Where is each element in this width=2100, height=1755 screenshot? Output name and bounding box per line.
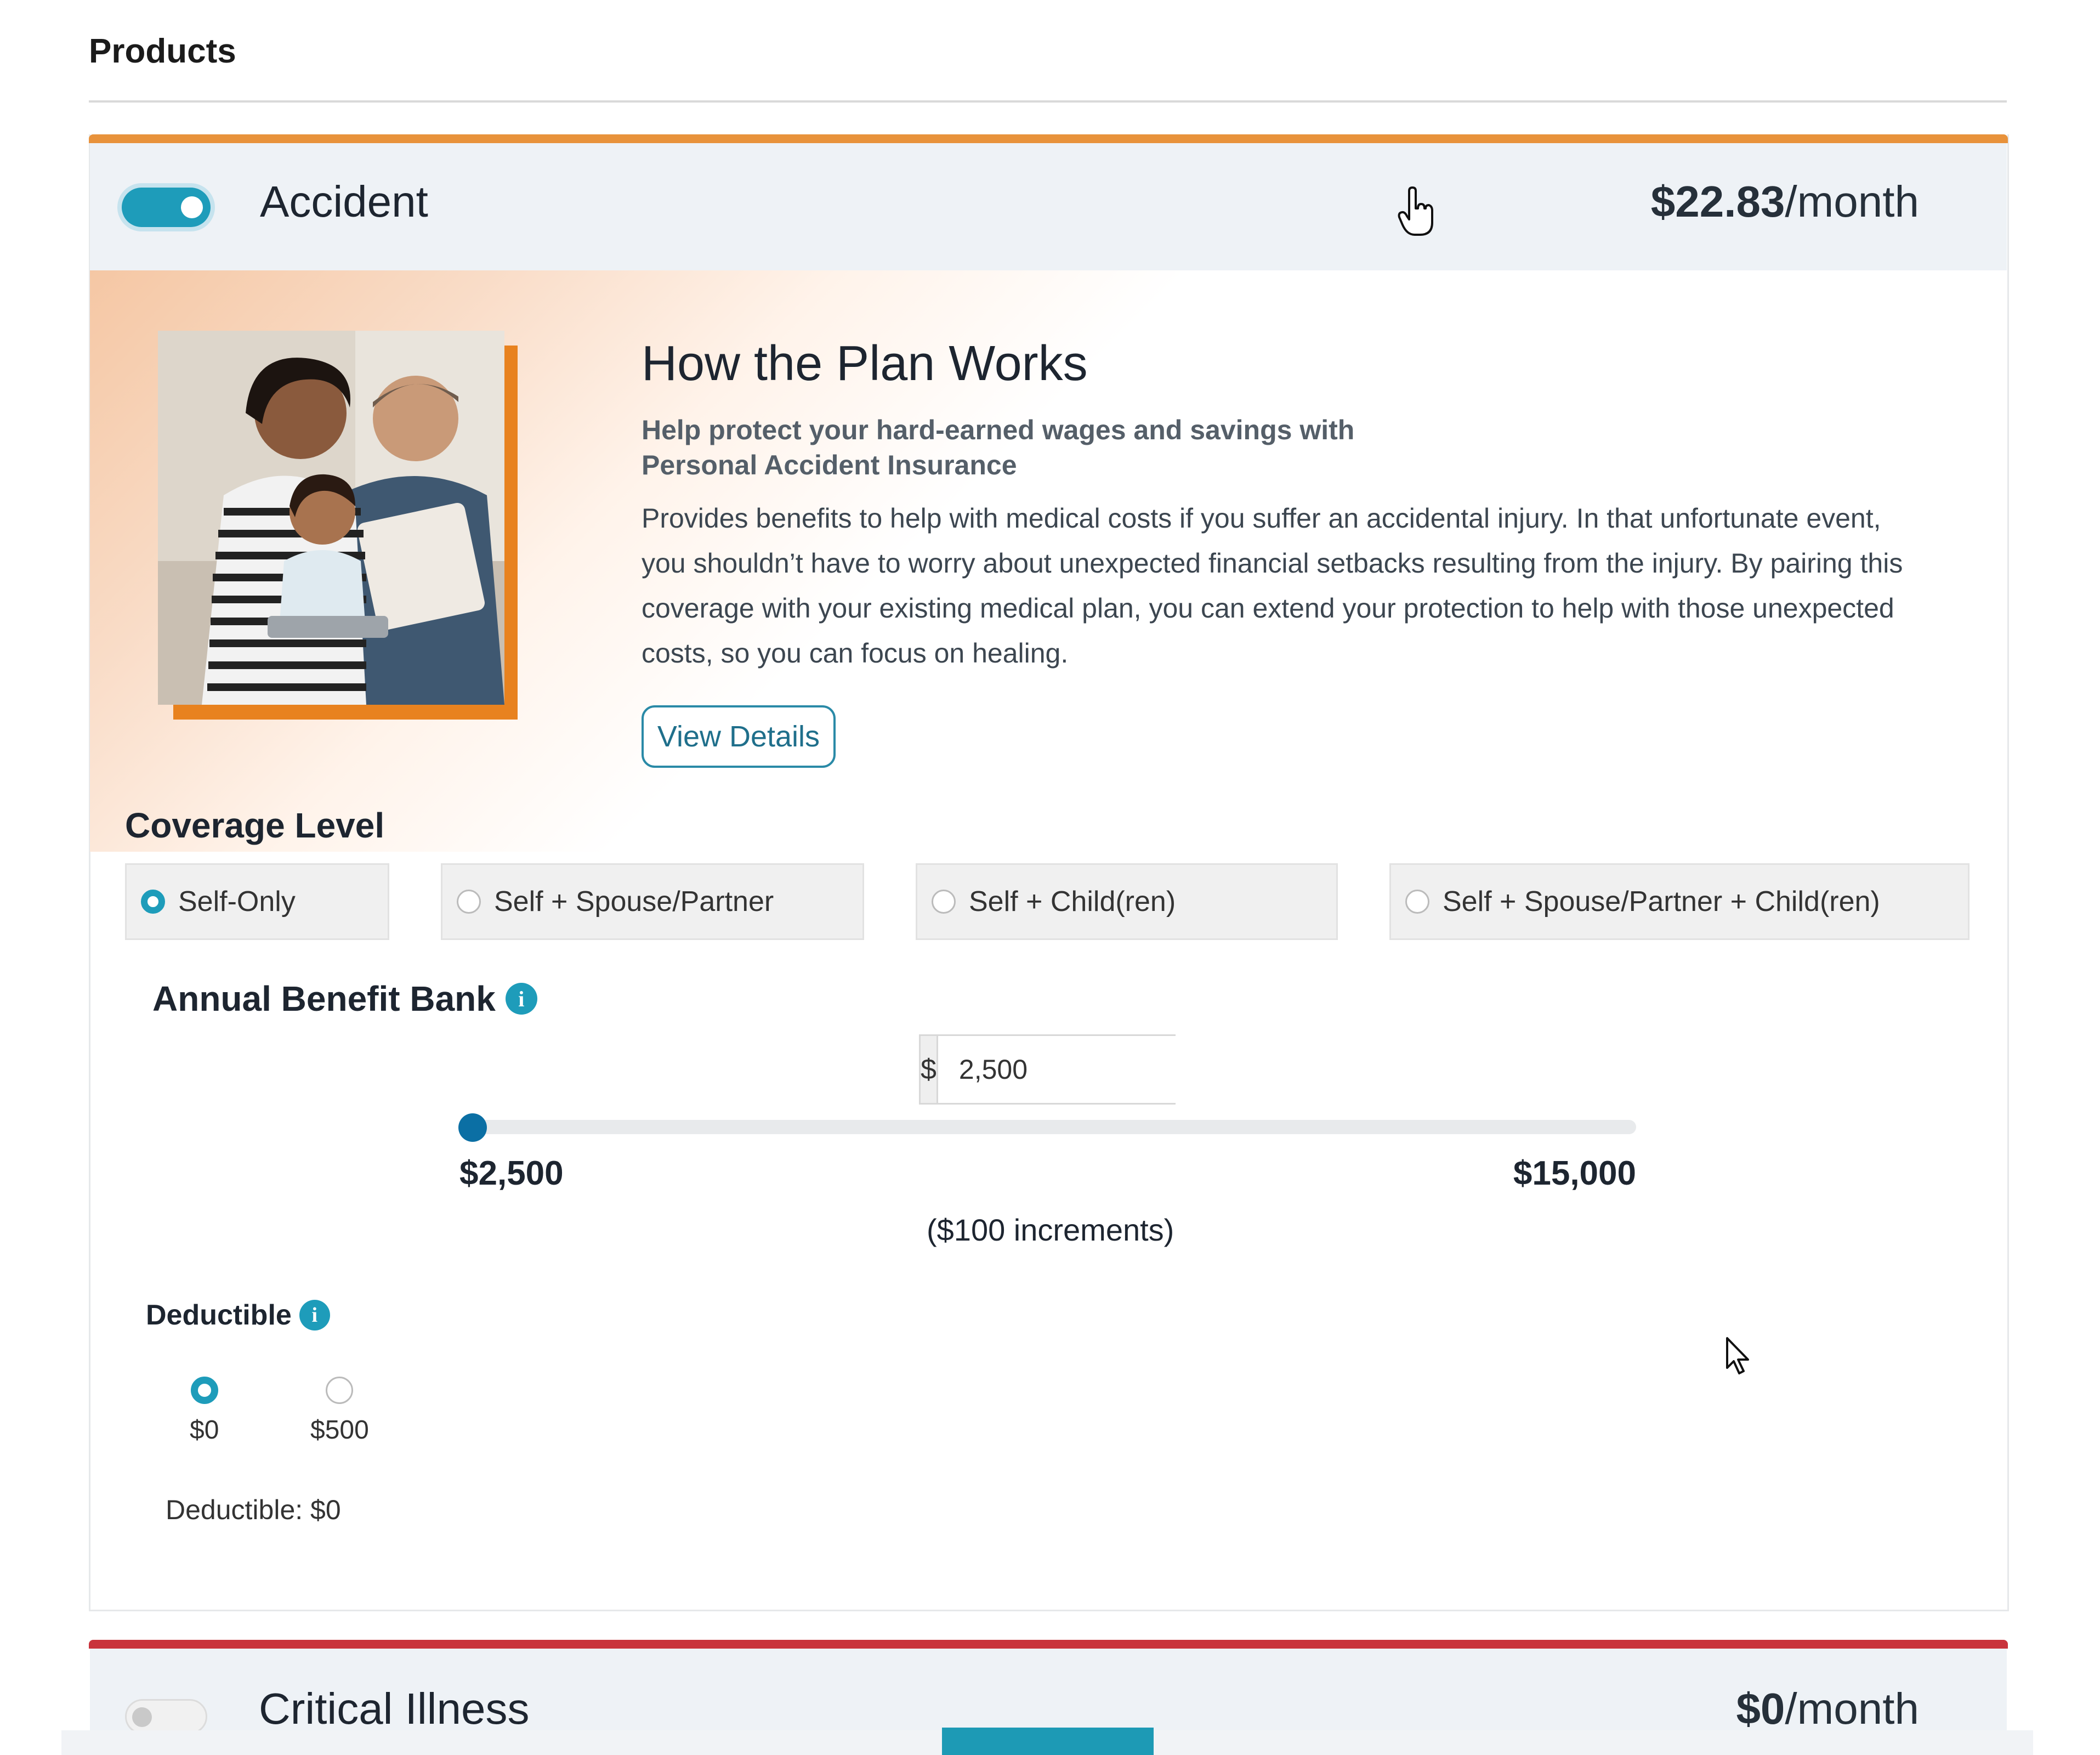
deductible-option-500[interactable]: $500 — [310, 1377, 369, 1445]
toggle-knob — [181, 196, 203, 218]
accident-price-unit: /month — [1785, 177, 1919, 226]
header-divider — [89, 100, 2007, 103]
critical-illness-accent-bar — [89, 1640, 2008, 1649]
critical-illness-price-unit: /month — [1785, 1684, 1919, 1733]
radio-selected[interactable] — [141, 890, 165, 914]
view-details-button[interactable]: View Details — [642, 705, 836, 768]
plan-title: How the Plan Works — [642, 336, 1088, 391]
deductible-option-0[interactable]: $0 — [190, 1377, 219, 1445]
coverage-option-self-only[interactable]: Self-Only — [125, 863, 389, 940]
coverage-option-label: Self-Only — [178, 886, 296, 918]
critical-illness-toggle[interactable] — [125, 1699, 207, 1734]
deductible-summary: Deductible: $0 — [166, 1494, 341, 1525]
coverage-option-self-children[interactable]: Self + Child(ren) — [916, 863, 1338, 940]
benefit-amount-input[interactable] — [938, 1036, 1313, 1103]
radio-unselected[interactable] — [932, 890, 956, 914]
benefit-slider-handle[interactable] — [458, 1113, 487, 1142]
family-photo — [158, 331, 504, 705]
coverage-option-self-spouse-children[interactable]: Self + Spouse/Partner + Child(ren) — [1389, 863, 1970, 940]
accident-toggle[interactable] — [122, 188, 211, 227]
radio-unselected[interactable] — [1405, 890, 1429, 914]
annual-benefit-bank-text: Annual Benefit Bank — [152, 979, 496, 1018]
slider-increments-note: ($100 increments) — [927, 1213, 1174, 1247]
critical-illness-price-amount: $0 — [1736, 1684, 1785, 1733]
coverage-option-self-spouse[interactable]: Self + Spouse/Partner — [441, 863, 864, 940]
critical-illness-product-name: Critical Illness — [259, 1684, 530, 1733]
deductible-label: Deductible i — [146, 1299, 330, 1332]
plan-description: Provides benefits to help with medical c… — [642, 503, 1903, 669]
slider-min-label: $2,500 — [459, 1154, 564, 1192]
slider-max-label: $15,000 — [1513, 1154, 1636, 1192]
coverage-option-label: Self + Spouse/Partner + Child(ren) — [1443, 886, 1880, 918]
coverage-option-label: Self + Spouse/Partner — [494, 886, 774, 918]
accident-price-amount: $22.83 — [1650, 177, 1785, 226]
currency-prefix: $ — [921, 1036, 938, 1103]
plan-subtitle: Help protect your hard-earned wages and … — [642, 415, 1355, 480]
coverage-level-label: Coverage Level — [125, 806, 385, 845]
bottom-action-button[interactable] — [942, 1728, 1154, 1755]
coverage-option-label: Self + Child(ren) — [969, 886, 1176, 918]
accident-price: $22.83/month — [1651, 177, 1919, 227]
radio-selected[interactable] — [190, 1377, 218, 1404]
deductible-option-label: $0 — [190, 1416, 219, 1445]
critical-illness-price: $0/month — [1736, 1684, 1919, 1734]
deductible-text: Deductible — [146, 1299, 292, 1331]
accident-product-name: Accident — [260, 177, 428, 226]
benefit-slider-track[interactable] — [469, 1120, 1636, 1134]
info-icon[interactable]: i — [505, 983, 537, 1015]
deductible-option-label: $500 — [310, 1416, 369, 1445]
radio-unselected[interactable] — [457, 890, 481, 914]
info-icon[interactable]: i — [299, 1300, 330, 1331]
benefit-amount-field: $ — [919, 1034, 1313, 1105]
accident-card-accent-bar — [89, 134, 2008, 143]
toggle-knob — [132, 1707, 152, 1727]
radio-unselected[interactable] — [326, 1377, 354, 1404]
annual-benefit-bank-label: Annual Benefit Bank i — [152, 978, 537, 1019]
page-title: Products — [89, 32, 236, 70]
